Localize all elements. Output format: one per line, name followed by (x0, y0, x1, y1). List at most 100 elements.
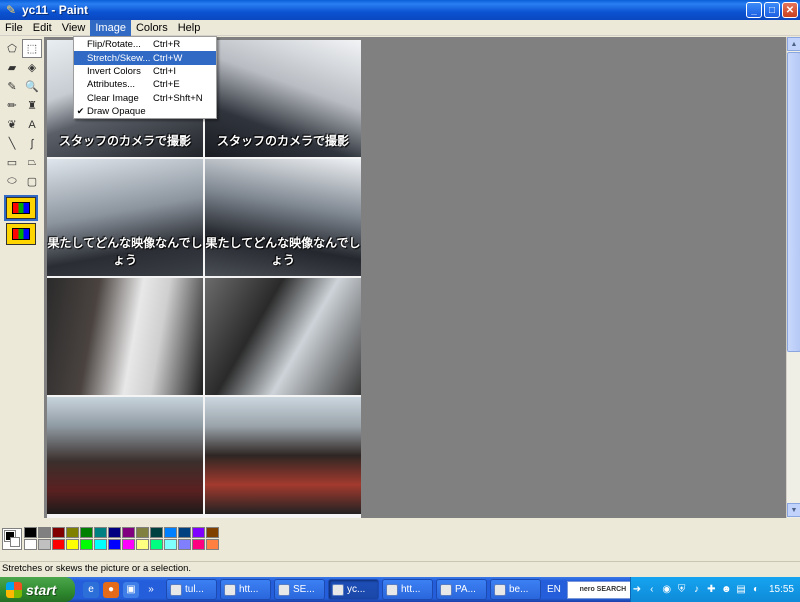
image-menu-item[interactable]: Invert Colors Ctrl+I (74, 65, 216, 78)
ie-icon[interactable]: e (83, 581, 99, 598)
taskbar-button-label: PA... (455, 584, 476, 595)
scroll-down-icon[interactable]: ▼ (787, 503, 800, 517)
menu-file[interactable]: File (0, 20, 28, 36)
user-icon[interactable]: ☻ (720, 584, 732, 596)
shield-icon[interactable]: ⛨ (676, 584, 688, 596)
menu-colors[interactable]: Colors (131, 20, 173, 36)
maximize-button[interactable]: □ (764, 2, 780, 18)
ellipse-icon[interactable]: ⬭ (2, 172, 22, 191)
rounded-rect-icon[interactable]: ▢ (22, 172, 42, 191)
color-swatch[interactable] (66, 527, 79, 538)
scroll-thumb[interactable] (787, 52, 800, 352)
magnifier-icon[interactable]: 🔍 (22, 77, 42, 96)
airbrush-icon[interactable]: ❦ (2, 115, 22, 134)
menu-image[interactable]: Image (90, 19, 131, 36)
color-swatch[interactable] (24, 527, 37, 538)
photo-caption: 果たしてどんな映像なんでしょう (205, 236, 361, 267)
arrow-icon[interactable]: ➜ (631, 584, 643, 596)
window-controls: _ □ ✕ (746, 2, 798, 18)
background-color (10, 537, 20, 547)
antivirus-icon[interactable]: ✚ (705, 584, 717, 596)
image-menu-item[interactable]: Stretch/Skew... Ctrl+W (74, 51, 216, 65)
color-swatch[interactable] (192, 527, 205, 538)
text-icon[interactable]: A (22, 115, 42, 134)
color-swatch[interactable] (136, 527, 149, 538)
polygon-icon[interactable]: ⏢ (22, 153, 42, 172)
color-swatch[interactable] (80, 527, 93, 538)
network-icon[interactable]: ◉ (661, 584, 673, 596)
color-swatch[interactable] (94, 527, 107, 538)
image-menu-item[interactable]: Clear Image Ctrl+Shft+N (74, 92, 216, 105)
tool-box: ⬠ ⬚ ▰ ◈ ✎ 🔍 ✏ ♜ ❦ A ╲ ∫ ▭ ⏢ ⬭ ▢ (0, 37, 44, 517)
color-swatch[interactable] (80, 539, 93, 550)
taskbar-button[interactable]: tul... (166, 579, 217, 600)
color-swatch[interactable] (108, 527, 121, 538)
eraser-icon[interactable]: ▰ (2, 58, 22, 77)
firefox-icon[interactable]: ● (103, 581, 119, 598)
opaque-option-icon (12, 202, 30, 214)
menu-item-label: Attributes... (87, 79, 136, 91)
transparent-background-option[interactable] (6, 223, 36, 245)
curve-icon[interactable]: ∫ (22, 134, 42, 153)
color-swatch[interactable] (164, 539, 177, 550)
taskbar-button[interactable]: htt... (220, 579, 271, 600)
monitor-icon[interactable]: ▤ (735, 584, 747, 596)
color-swatch[interactable] (66, 539, 79, 550)
menu-view[interactable]: View (57, 20, 91, 36)
pick-color-icon[interactable]: ✎ (2, 77, 22, 96)
opaque-background-option[interactable] (4, 195, 38, 221)
close-button[interactable]: ✕ (782, 2, 798, 18)
start-button[interactable]: start (0, 577, 75, 602)
image-menu-item[interactable]: Flip/Rotate... Ctrl+R (74, 38, 216, 51)
taskbar-button[interactable]: htt... (382, 579, 433, 600)
nero-search-box[interactable]: nero SEARCH (566, 580, 639, 599)
minimize-button[interactable]: _ (746, 2, 762, 18)
taskbar-button-label: yc... (347, 584, 366, 595)
color-swatch[interactable] (164, 527, 177, 538)
color-swatch[interactable] (108, 539, 121, 550)
image-menu-item[interactable]: ✔ Draw Opaque (74, 105, 216, 118)
color-swatch[interactable] (136, 539, 149, 550)
color-swatch[interactable] (150, 527, 163, 538)
photo-caption: スタッフのカメラで撮影 (216, 134, 349, 148)
chevron-left-icon[interactable]: ‹ (646, 584, 658, 596)
color-swatch[interactable] (178, 527, 191, 538)
color-swatch[interactable] (178, 539, 191, 550)
menu-help[interactable]: Help (173, 20, 206, 36)
speaker-icon[interactable]: ◐ (750, 584, 762, 596)
color-swatch[interactable] (122, 527, 135, 538)
color-swatch[interactable] (38, 539, 51, 550)
color-swatch[interactable] (192, 539, 205, 550)
pencil-icon[interactable]: ✏ (2, 96, 22, 115)
color-swatch[interactable] (94, 539, 107, 550)
color-swatch[interactable] (150, 539, 163, 550)
free-form-select-icon[interactable]: ⬠ (2, 39, 22, 58)
current-colors[interactable] (2, 528, 22, 550)
color-swatch[interactable] (52, 527, 65, 538)
line-icon[interactable]: ╲ (2, 134, 22, 153)
vertical-scrollbar[interactable]: ▲ ▼ (786, 37, 800, 518)
color-swatch[interactable] (52, 539, 65, 550)
rectangle-icon[interactable]: ▭ (2, 153, 22, 172)
taskbar-button[interactable]: yc... (328, 579, 379, 600)
taskbar-button[interactable]: SE... (274, 579, 325, 600)
brush-icon[interactable]: ♜ (22, 96, 42, 115)
fill-bucket-icon[interactable]: ◈ (22, 58, 42, 77)
color-swatch[interactable] (206, 539, 219, 550)
color-swatch[interactable] (38, 527, 51, 538)
system-tray: ➜ ‹ ◉ ⛨ ♪ ✚ ☻ ▤ ◐ 15:55 (630, 577, 800, 602)
language-indicator[interactable]: EN (547, 584, 561, 595)
taskbar-button[interactable]: PA... (436, 579, 487, 600)
image-menu-item[interactable]: Attributes... Ctrl+E (74, 78, 216, 91)
scroll-up-icon[interactable]: ▲ (787, 37, 800, 51)
rect-select-icon[interactable]: ⬚ (22, 39, 42, 58)
show-desktop-icon[interactable]: ▣ (123, 581, 139, 598)
quick-launch-overflow-icon[interactable]: » (143, 582, 159, 598)
taskbar-button[interactable]: be... (490, 579, 541, 600)
color-swatch[interactable] (24, 539, 37, 550)
color-swatch[interactable] (206, 527, 219, 538)
color-swatch[interactable] (122, 539, 135, 550)
volume-icon[interactable]: ♪ (691, 584, 703, 596)
menu-edit[interactable]: Edit (28, 20, 57, 36)
paint-app-icon[interactable]: ✎ (4, 3, 18, 17)
